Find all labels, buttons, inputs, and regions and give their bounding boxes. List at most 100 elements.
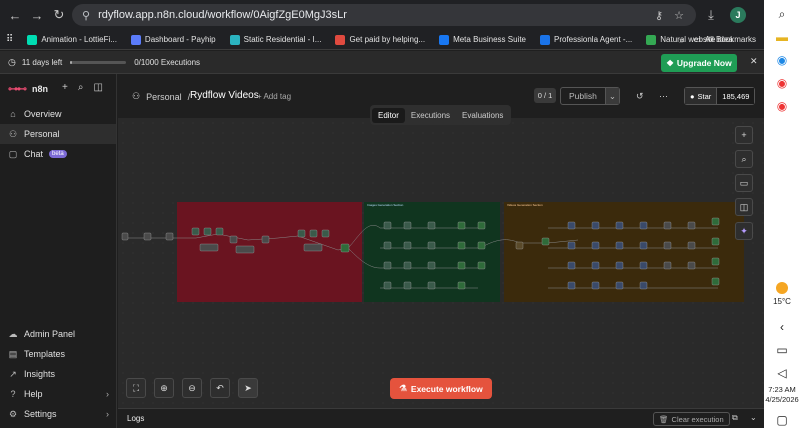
workflow-node[interactable]: [639, 241, 648, 250]
sidebar-item-personal[interactable]: ⚇ Personal: [0, 124, 116, 144]
workflow-node[interactable]: [711, 277, 720, 286]
workflow-node[interactable]: [383, 281, 392, 290]
workflow-node[interactable]: [121, 232, 129, 241]
workflow-node[interactable]: [427, 241, 436, 250]
tab-evaluations[interactable]: Evaluations: [456, 108, 509, 123]
workflow-node[interactable]: [615, 261, 624, 270]
search-icon[interactable]: ⌕: [78, 82, 84, 93]
reload-icon[interactable]: ↻: [48, 4, 70, 26]
sticky-note-red[interactable]: [177, 202, 362, 302]
workflow-node[interactable]: [515, 241, 524, 250]
history-icon[interactable]: ↺: [636, 91, 644, 102]
workflow-node[interactable]: [541, 237, 550, 246]
popout-icon[interactable]: ⧉: [732, 413, 738, 423]
publish-button[interactable]: Publish ⌄: [560, 87, 620, 105]
chrome-icon[interactable]: ◉: [773, 75, 791, 92]
workflow-node[interactable]: [711, 257, 720, 266]
workflow-node[interactable]: [591, 261, 600, 270]
workflow-node[interactable]: [663, 221, 672, 230]
workflow-node[interactable]: [687, 241, 696, 250]
upgrade-button[interactable]: ❖ Upgrade Now: [661, 54, 737, 72]
workflow-node[interactable]: [639, 221, 648, 230]
tab-editor[interactable]: Editor: [372, 107, 405, 123]
workflow-node[interactable]: [403, 241, 412, 250]
workflow-node[interactable]: [297, 229, 306, 238]
workflow-node[interactable]: [567, 261, 576, 270]
workflow-node[interactable]: [639, 281, 648, 290]
collapse-sidebar-icon[interactable]: ◫: [93, 82, 102, 93]
bookmark-item[interactable]: Dashboard - Payhip: [130, 34, 216, 45]
workflow-node[interactable]: [457, 281, 466, 290]
clear-execution-button[interactable]: 🗑 Clear execution: [653, 412, 730, 426]
workflow-node[interactable]: [427, 221, 436, 230]
workflow-node[interactable]: [383, 261, 392, 270]
workflow-node[interactable]: [165, 232, 174, 241]
workflow-node[interactable]: [477, 221, 486, 230]
github-star-button[interactable]: ● Star 185,469: [684, 87, 756, 105]
star-icon[interactable]: ☆: [672, 8, 686, 22]
workflow-node[interactable]: [229, 235, 238, 244]
workflow-node[interactable]: [383, 241, 392, 250]
workflow-node[interactable]: [340, 243, 350, 253]
logs-panel[interactable]: Logs 🗑 Clear execution ⧉ ⌄: [118, 408, 764, 428]
workflow-node[interactable]: [477, 241, 486, 250]
profile-avatar[interactable]: J: [730, 7, 746, 23]
breadcrumb[interactable]: ⚇ Personal /: [132, 91, 190, 102]
workflow-node[interactable]: [663, 241, 672, 250]
workflow-node[interactable]: [199, 243, 219, 252]
workflow-node[interactable]: [215, 227, 224, 236]
chevron-down-icon[interactable]: ⌄: [604, 88, 619, 104]
apps-icon[interactable]: ⠿: [6, 34, 13, 45]
add-tag-button[interactable]: + Add tag: [257, 92, 291, 101]
back-icon[interactable]: ←: [4, 4, 26, 26]
workflow-node[interactable]: [567, 221, 576, 230]
sidebar-item-admin-panel[interactable]: ☁ Admin Panel: [0, 324, 117, 344]
tab-executions[interactable]: Executions: [405, 108, 456, 123]
workflow-node[interactable]: [663, 261, 672, 270]
zoom-in-icon[interactable]: ⊕: [154, 378, 174, 398]
n8n-logo-icon[interactable]: ⊶⊷: [8, 84, 27, 95]
zoom-out-icon[interactable]: ⊖: [182, 378, 202, 398]
clock[interactable]: 7:23 AM 4/25/2026: [765, 385, 798, 405]
address-bar[interactable]: ⚲ rdyflow.app.n8n.cloud/workflow/0AigfZg…: [72, 4, 696, 26]
sticky-note-videos[interactable]: [504, 202, 744, 302]
undo-icon[interactable]: ↶: [210, 378, 230, 398]
bookmark-item[interactable]: Static Residential - I...: [229, 34, 321, 45]
notification-icon[interactable]: ▢: [773, 411, 791, 428]
workflow-node[interactable]: [427, 281, 436, 290]
key-icon[interactable]: ⚷: [652, 8, 666, 22]
more-options-icon[interactable]: ⋯: [659, 91, 668, 102]
workflow-node[interactable]: [477, 261, 486, 270]
workflow-node[interactable]: [615, 281, 624, 290]
bookmark-item[interactable]: Meta Business Suite: [439, 34, 526, 45]
workflow-node[interactable]: [403, 261, 412, 270]
all-bookmarks-button[interactable]: ▭ All Bookmarks: [693, 35, 756, 44]
workflow-node[interactable]: [591, 241, 600, 250]
ai-assistant-icon[interactable]: ✦: [735, 222, 753, 240]
file-explorer-icon[interactable]: ▬: [773, 29, 791, 46]
workflow-node[interactable]: [615, 221, 624, 230]
search-icon[interactable]: ⌕: [735, 150, 753, 168]
add-node-icon[interactable]: +: [735, 126, 753, 144]
sidebar-item-settings[interactable]: ⚙ Settings ›: [0, 404, 117, 424]
workflow-node[interactable]: [457, 261, 466, 270]
workflow-node[interactable]: [303, 243, 323, 252]
workflow-canvas[interactable]: Images Generation Section Videos Generat…: [118, 118, 764, 408]
bookmark-item[interactable]: Professionla Agent -...: [540, 34, 632, 45]
battery-icon[interactable]: ▭: [773, 341, 791, 358]
workflow-node[interactable]: [457, 221, 466, 230]
bookmark-item[interactable]: Animation - LottieFi...: [27, 34, 117, 45]
volume-icon[interactable]: ◁: [773, 364, 791, 381]
workflow-node[interactable]: [261, 235, 270, 244]
site-info-icon[interactable]: ⚲: [82, 9, 90, 22]
sidebar-item-overview[interactable]: ⌂ Overview: [0, 104, 116, 124]
workflow-node[interactable]: [687, 261, 696, 270]
workflow-node[interactable]: [383, 221, 392, 230]
chevron-left-icon[interactable]: ‹: [773, 318, 791, 335]
sticky-note-icon[interactable]: ▭: [735, 174, 753, 192]
chrome-profile-icon[interactable]: ◉: [773, 98, 791, 115]
workflow-node[interactable]: [403, 221, 412, 230]
sidebar-item-chat[interactable]: ▢ Chat beta: [0, 144, 116, 164]
workflow-node[interactable]: [591, 221, 600, 230]
sidebar-item-help[interactable]: ? Help ›: [0, 384, 117, 404]
